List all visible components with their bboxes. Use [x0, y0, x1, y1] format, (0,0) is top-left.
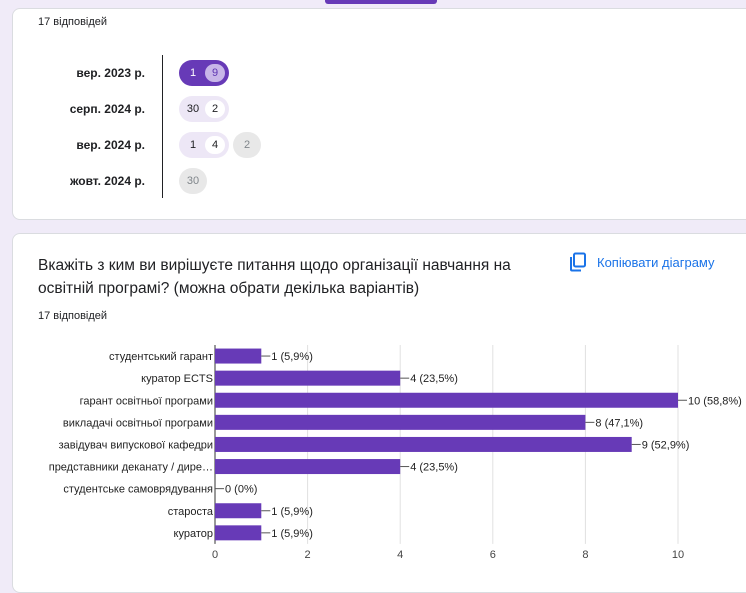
day-chips: 30 2 [179, 96, 229, 122]
data-label: 0 (0%) [225, 484, 257, 496]
day-chip-group[interactable]: 19 [179, 60, 229, 86]
day-number[interactable]: 30 [183, 100, 203, 118]
x-tick-label: 10 [672, 549, 684, 561]
timeline-row: жовт. 2024 р. 30 [13, 168, 746, 194]
day-chip-group[interactable]: 30 [179, 168, 207, 194]
day-chips: 19 [179, 60, 229, 86]
date-question-card: 17 відповідей вер. 2023 р. 1 9 серп. 2024 р… [12, 8, 746, 220]
data-label: 9 (52,9%) [642, 439, 690, 451]
timeline-row: вер. 2023 р. 1 9 [13, 60, 746, 86]
bar[interactable] [215, 348, 262, 364]
category-label: студентський гарант [109, 351, 213, 363]
day-number[interactable]: 1 [183, 64, 203, 82]
category-label: представники деканату / дире… [49, 462, 213, 474]
data-label: 8 (47,1%) [595, 417, 643, 429]
day-chip-group[interactable]: 2 [233, 132, 261, 158]
data-label: 4 (23,5%) [410, 462, 458, 474]
bar[interactable] [215, 436, 632, 452]
bar[interactable] [215, 459, 401, 475]
timeline-date-label: вер. 2024 р. [76, 138, 145, 152]
category-label: куратор [174, 528, 213, 540]
x-tick-label: 4 [397, 549, 403, 561]
x-tick-label: 0 [212, 549, 218, 561]
data-label: 1 (5,9%) [271, 506, 313, 518]
timeline-date-label: жовт. 2024 р. [70, 174, 145, 188]
day-number[interactable]: 2 [205, 100, 225, 118]
data-label: 1 (5,9%) [271, 351, 313, 363]
data-label: 1 (5,9%) [271, 528, 313, 540]
timeline-date-label: вер. 2023 р. [76, 66, 145, 80]
category-label: куратор ECTS [141, 373, 213, 385]
category-label: студентське самоврядування [63, 484, 213, 496]
day-chip-group[interactable]: 30 2 [179, 96, 229, 122]
bar[interactable] [215, 414, 586, 430]
x-tick-label: 6 [490, 549, 496, 561]
multi-choice-question-card: Вкажіть з ким ви вирішуєте питання щодо … [12, 233, 746, 593]
timeline-row: серп. 2024 р. 30 2 [13, 96, 746, 122]
bar[interactable] [215, 525, 262, 541]
bar-chart: 0 2 4 6 8 10 студентський гарант 1 (5,9%) курато… [49, 345, 742, 561]
bar[interactable] [215, 392, 678, 408]
day-number[interactable]: 1 [183, 136, 203, 154]
data-label: 4 (23,5%) [410, 373, 458, 385]
day-number[interactable]: 2 [237, 136, 257, 154]
day-number[interactable]: 9 [205, 64, 225, 82]
day-chips: 142 [179, 132, 261, 158]
day-number[interactable]: 30 [183, 172, 203, 190]
tab-indicator [325, 0, 437, 4]
day-chip-group[interactable]: 14 [179, 132, 229, 158]
category-label: гарант освітньої програми [80, 395, 213, 407]
data-label: 10 (58,8%) [688, 395, 742, 407]
category-label: староста [168, 506, 214, 518]
bar[interactable] [215, 503, 262, 519]
x-tick-label: 2 [305, 549, 311, 561]
timeline-row: вер. 2024 р. 1 4 2 [13, 132, 746, 158]
day-number[interactable]: 4 [205, 136, 225, 154]
bar[interactable] [215, 370, 401, 386]
timeline-date-label: серп. 2024 р. [69, 102, 145, 116]
day-chips: 30 [179, 168, 207, 194]
x-tick-label: 8 [582, 549, 588, 561]
category-label: викладачі освітньої програми [63, 417, 213, 429]
category-label: завідувач випускової кафедри [59, 439, 213, 451]
response-count: 17 відповідей [38, 16, 108, 28]
